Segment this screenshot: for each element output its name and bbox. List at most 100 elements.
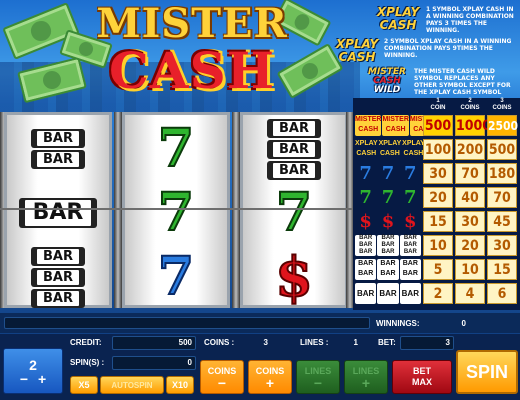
bar-symbol: BAR	[35, 288, 81, 308]
bar-symbol: BAR	[271, 160, 317, 180]
payline	[0, 208, 352, 210]
mini-xplay: XPLAY CASH	[355, 140, 378, 157]
spin-count-plus-button[interactable]: +	[38, 372, 46, 386]
pay-value: 5	[423, 259, 453, 280]
mini-xplay: XPLAY CASH	[378, 140, 402, 157]
mini-seven: 7	[404, 163, 417, 184]
bet-max-button[interactable]: BET MAX	[392, 360, 452, 394]
bet-max-line2: MAX	[412, 377, 432, 387]
winnings-label: WINNINGS:	[376, 319, 420, 328]
pay-value: 6	[487, 283, 517, 304]
dollar-symbol: $	[274, 244, 314, 310]
paytable-header-1: 1 COIN	[430, 98, 446, 111]
bar-symbol: BAR	[35, 129, 81, 148]
paytable-row-double-bar: BAR BAR BAR BAR BAR BAR 5 10 15	[353, 258, 520, 281]
minus-icon: −	[217, 374, 227, 391]
coins-minus-button[interactable]: COINS −	[200, 360, 244, 394]
paytable-row-mister-cash: MISTER CASH MISTER CASH MISTER CASH 500 …	[353, 114, 520, 137]
reel-3: BAR BAR BAR 7 $	[240, 112, 348, 310]
lines-value: 1	[353, 338, 358, 347]
minus-icon: −	[313, 374, 323, 391]
reel-2-cell-3: 7	[125, 245, 227, 309]
coins-plus-button[interactable]: COINS +	[248, 360, 292, 394]
bar-symbol: BAR	[35, 150, 81, 169]
bar-symbol: BAR	[271, 118, 317, 138]
spin-button[interactable]: SPIN	[456, 350, 518, 394]
pay-value: 30	[455, 211, 485, 232]
mini-bar: BAR BAR BAR	[355, 235, 377, 256]
mini-seven: 7	[381, 187, 395, 208]
spin-count-minus-button[interactable]: −	[20, 372, 28, 386]
mini-bar: BAR BAR BAR	[399, 235, 421, 256]
xplay-cash-symbol-icon: XPLAY CASH XPLAY CASH XPLAY CASH	[355, 139, 425, 160]
pay-value: 4	[455, 283, 485, 304]
paytable-row-dollar: $ $ $ 15 30 45	[353, 210, 520, 233]
paytable: 1 COIN 2 COINS 3 COINS MISTER CASH MISTE…	[353, 98, 520, 310]
rule-text-3: THE MISTER CASH WILD SYMBOL REPLACES ANY…	[414, 68, 511, 96]
pay-value: 40	[455, 187, 485, 208]
credit-value: 500	[178, 338, 192, 347]
blue-seven-symbol-icon: 7 7 7	[355, 163, 421, 184]
reel-2-cell-2: 7	[125, 181, 227, 245]
mini-xplay: XPLAY CASH	[402, 140, 425, 157]
x10-button[interactable]: X10	[166, 376, 194, 394]
mini-bar: BAR BAR	[377, 259, 399, 280]
pay-value: 1000	[455, 115, 491, 136]
game-logo: MISTER CASH	[92, 4, 292, 98]
lines-plus-button[interactable]: LINES +	[344, 360, 388, 394]
spins-value: 0	[187, 358, 192, 367]
pay-value: 30	[423, 163, 453, 184]
lines-minus-button[interactable]: LINES −	[296, 360, 340, 394]
pay-value: 10	[455, 259, 485, 280]
bar-symbol: BAR	[35, 246, 81, 266]
reel-3-cell-2: 7	[243, 181, 345, 245]
triple-bar-symbol-icon: BAR BAR BAR BAR BAR BAR BAR BAR BAR	[355, 235, 421, 256]
message-box	[4, 317, 370, 329]
plus-icon: +	[265, 374, 275, 391]
paytable-row-xplay-cash: XPLAY CASH XPLAY CASH XPLAY CASH 100 200…	[353, 138, 520, 161]
mini-seven: 7	[381, 163, 395, 184]
winnings-value: 0	[461, 319, 466, 328]
plus-icon: +	[361, 374, 371, 391]
pay-value: 20	[455, 235, 485, 256]
pay-value: 180	[487, 163, 517, 184]
bar-symbol: BAR	[271, 139, 317, 159]
reel-3-cell-3: $	[243, 244, 345, 310]
pay-value: 30	[487, 235, 517, 256]
autospin-button[interactable]: AUTOSPIN	[100, 376, 164, 394]
green-seven-symbol: 7	[157, 118, 195, 179]
reel-edge	[114, 112, 122, 308]
xplay-cash-badge-2: XPLAY CASH	[335, 37, 379, 64]
rule-text-1: 1 SYMBOL XPLAY CASH IN A WINNING COMBINA…	[426, 6, 514, 34]
rule-text-2: 2 SYMBOL XPLAY CASH IN A WINNING COMBINA…	[384, 38, 512, 59]
bar-symbol: BAR	[35, 267, 81, 287]
wild-badge: MISTER CASH WILD	[367, 67, 406, 95]
spins-label: SPIN(S) :	[70, 358, 105, 367]
mister-cash-symbol-icon: MISTER CASH MISTER CASH MISTER CASH	[355, 115, 437, 136]
blue-seven-symbol: 7	[157, 246, 195, 307]
coins-label: COINS :	[204, 338, 235, 347]
mini-seven: 7	[359, 163, 372, 184]
double-bar-symbol-icon: BAR BAR BAR BAR BAR BAR	[355, 259, 421, 280]
spin-count-steppers: − +	[20, 372, 46, 386]
reel-3-cell-1: BAR BAR BAR	[243, 117, 345, 181]
dollar-symbol-icon: $ $ $	[355, 211, 421, 232]
pay-value: 70	[455, 163, 485, 184]
mini-seven: 7	[359, 187, 372, 208]
pay-value: 2500	[487, 115, 518, 136]
logo-line-mister: MISTER	[96, 0, 288, 47]
x5-button[interactable]: X5	[70, 376, 98, 394]
reel-2: 7 7 7	[122, 112, 230, 308]
pay-value: 20	[423, 187, 453, 208]
mini-bar: BAR BAR	[355, 259, 377, 280]
green-seven-symbol-icon: 7 7 7	[355, 187, 421, 208]
reel-1: BAR BAR BAR BAR BAR BAR	[4, 112, 112, 308]
pay-value: 200	[455, 139, 485, 160]
pay-value: 70	[487, 187, 517, 208]
pay-value: 15	[423, 211, 453, 232]
paytable-header-3: 3 COINS	[492, 98, 512, 111]
pay-value: 500	[423, 115, 453, 136]
mini-bar: BAR BAR	[399, 259, 421, 280]
paytable-header-2: 2 COINS	[460, 98, 480, 111]
bet-label: BET:	[378, 338, 396, 347]
